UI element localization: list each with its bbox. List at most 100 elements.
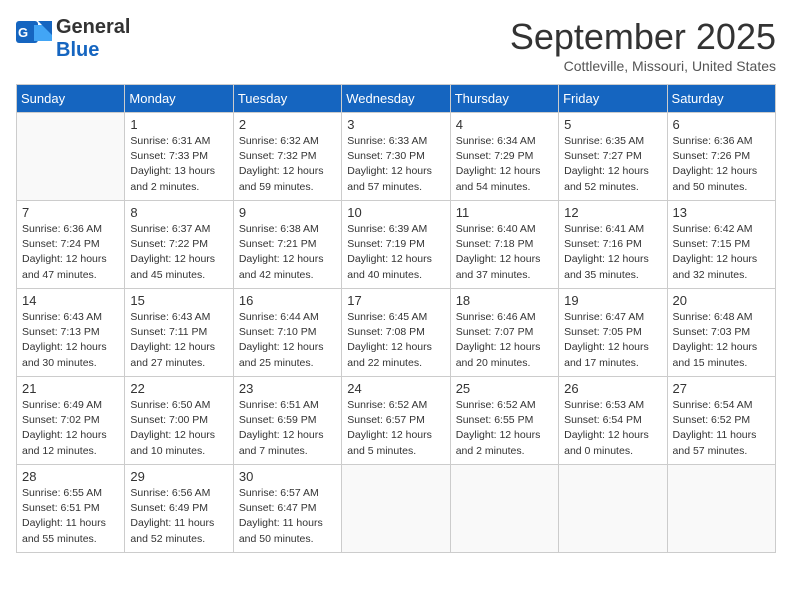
calendar-cell: 18 Sunrise: 6:46 AM Sunset: 7:07 PM Dayli… <box>450 289 558 377</box>
calendar-cell: 19 Sunrise: 6:47 AM Sunset: 7:05 PM Dayli… <box>559 289 667 377</box>
day-number: 8 <box>130 205 227 220</box>
calendar-cell: 23 Sunrise: 6:51 AM Sunset: 6:59 PM Dayli… <box>233 377 341 465</box>
day-info: Sunrise: 6:40 AM Sunset: 7:18 PM Dayligh… <box>456 222 553 283</box>
weekday-header: Tuesday <box>233 85 341 113</box>
logo: G General Blue <box>16 16 130 62</box>
day-info: Sunrise: 6:54 AM Sunset: 6:52 PM Dayligh… <box>673 398 770 459</box>
svg-text:G: G <box>18 25 28 40</box>
day-number: 5 <box>564 117 661 132</box>
calendar-cell: 17Sunrise: 6:45 AM Sunset: 7:08 PM Dayli… <box>342 289 450 377</box>
weekday-header: Monday <box>125 85 233 113</box>
calendar-cell: 25 Sunrise: 6:52 AM Sunset: 6:55 PM Dayli… <box>450 377 558 465</box>
day-number: 22 <box>130 381 227 396</box>
calendar-cell: 6 Sunrise: 6:36 AM Sunset: 7:26 PM Daylig… <box>667 113 775 201</box>
day-info: Sunrise: 6:56 AM Sunset: 6:49 PM Dayligh… <box>130 486 227 547</box>
day-number: 21 <box>22 381 119 396</box>
day-info: Sunrise: 6:36 AM Sunset: 7:24 PM Dayligh… <box>22 222 119 283</box>
day-info: Sunrise: 6:50 AM Sunset: 7:00 PM Dayligh… <box>130 398 227 459</box>
day-number: 4 <box>456 117 553 132</box>
calendar-cell: 14 Sunrise: 6:43 AM Sunset: 7:13 PM Dayli… <box>17 289 125 377</box>
weekday-header: Thursday <box>450 85 558 113</box>
day-info: Sunrise: 6:49 AM Sunset: 7:02 PM Dayligh… <box>22 398 119 459</box>
calendar-cell: 7 Sunrise: 6:36 AM Sunset: 7:24 PM Daylig… <box>17 201 125 289</box>
month-title: September 2025 <box>510 16 776 58</box>
day-info: Sunrise: 6:43 AM Sunset: 7:13 PM Dayligh… <box>22 310 119 371</box>
weekday-header: Friday <box>559 85 667 113</box>
day-number: 24 <box>347 381 444 396</box>
calendar-table: SundayMondayTuesdayWednesdayThursdayFrid… <box>16 84 776 553</box>
day-number: 2 <box>239 117 336 132</box>
weekday-header: Sunday <box>17 85 125 113</box>
calendar-cell: 20Sunrise: 6:48 AM Sunset: 7:03 PM Dayli… <box>667 289 775 377</box>
calendar-cell: 9Sunrise: 6:38 AM Sunset: 7:21 PM Daylig… <box>233 201 341 289</box>
day-number: 16 <box>239 293 336 308</box>
day-info: Sunrise: 6:31 AM Sunset: 7:33 PM Dayligh… <box>130 134 227 195</box>
calendar-cell <box>342 465 450 553</box>
day-info: Sunrise: 6:35 AM Sunset: 7:27 PM Dayligh… <box>564 134 661 195</box>
calendar-cell: 21 Sunrise: 6:49 AM Sunset: 7:02 PM Dayli… <box>17 377 125 465</box>
day-number: 25 <box>456 381 553 396</box>
day-number: 23 <box>239 381 336 396</box>
calendar-cell: 30 Sunrise: 6:57 AM Sunset: 6:47 PM Dayli… <box>233 465 341 553</box>
day-number: 7 <box>22 205 119 220</box>
day-info: Sunrise: 6:43 AM Sunset: 7:11 PM Dayligh… <box>130 310 227 371</box>
calendar-cell: 3 Sunrise: 6:33 AM Sunset: 7:30 PM Daylig… <box>342 113 450 201</box>
day-info: Sunrise: 6:51 AM Sunset: 6:59 PM Dayligh… <box>239 398 336 459</box>
day-info: Sunrise: 6:52 AM Sunset: 6:55 PM Dayligh… <box>456 398 553 459</box>
weekday-header: Saturday <box>667 85 775 113</box>
day-info: Sunrise: 6:33 AM Sunset: 7:30 PM Dayligh… <box>347 134 444 195</box>
calendar-cell <box>667 465 775 553</box>
day-info: Sunrise: 6:36 AM Sunset: 7:26 PM Dayligh… <box>673 134 770 195</box>
day-info: Sunrise: 6:34 AM Sunset: 7:29 PM Dayligh… <box>456 134 553 195</box>
day-number: 26 <box>564 381 661 396</box>
calendar-cell: 29 Sunrise: 6:56 AM Sunset: 6:49 PM Dayli… <box>125 465 233 553</box>
page-header: G General Blue September 2025 Cottlevill… <box>16 16 776 74</box>
day-info: Sunrise: 6:53 AM Sunset: 6:54 PM Dayligh… <box>564 398 661 459</box>
day-number: 6 <box>673 117 770 132</box>
day-number: 11 <box>456 205 553 220</box>
calendar-cell <box>17 113 125 201</box>
day-number: 17 <box>347 293 444 308</box>
calendar-cell: 22 Sunrise: 6:50 AM Sunset: 7:00 PM Dayli… <box>125 377 233 465</box>
day-number: 20 <box>673 293 770 308</box>
logo-icon: G <box>16 21 52 57</box>
day-number: 29 <box>130 469 227 484</box>
calendar-week-row: 7 Sunrise: 6:36 AM Sunset: 7:24 PM Daylig… <box>17 201 776 289</box>
day-info: Sunrise: 6:39 AM Sunset: 7:19 PM Dayligh… <box>347 222 444 283</box>
calendar-header-row: SundayMondayTuesdayWednesdayThursdayFrid… <box>17 85 776 113</box>
calendar-week-row: 21 Sunrise: 6:49 AM Sunset: 7:02 PM Dayli… <box>17 377 776 465</box>
day-number: 14 <box>22 293 119 308</box>
day-info: Sunrise: 6:41 AM Sunset: 7:16 PM Dayligh… <box>564 222 661 283</box>
logo-blue: Blue <box>56 39 99 61</box>
calendar-cell: 11 Sunrise: 6:40 AM Sunset: 7:18 PM Dayli… <box>450 201 558 289</box>
day-number: 18 <box>456 293 553 308</box>
location: Cottleville, Missouri, United States <box>510 58 776 74</box>
calendar-week-row: 1 Sunrise: 6:31 AM Sunset: 7:33 PM Daylig… <box>17 113 776 201</box>
logo-general: General <box>56 16 130 38</box>
day-number: 27 <box>673 381 770 396</box>
day-info: Sunrise: 6:37 AM Sunset: 7:22 PM Dayligh… <box>130 222 227 283</box>
calendar-cell: 5 Sunrise: 6:35 AM Sunset: 7:27 PM Daylig… <box>559 113 667 201</box>
day-number: 9 <box>239 205 336 220</box>
calendar-cell: 15Sunrise: 6:43 AM Sunset: 7:11 PM Dayli… <box>125 289 233 377</box>
day-info: Sunrise: 6:42 AM Sunset: 7:15 PM Dayligh… <box>673 222 770 283</box>
calendar-cell: 28Sunrise: 6:55 AM Sunset: 6:51 PM Dayli… <box>17 465 125 553</box>
day-info: Sunrise: 6:44 AM Sunset: 7:10 PM Dayligh… <box>239 310 336 371</box>
day-number: 19 <box>564 293 661 308</box>
calendar-week-row: 28Sunrise: 6:55 AM Sunset: 6:51 PM Dayli… <box>17 465 776 553</box>
day-number: 13 <box>673 205 770 220</box>
day-number: 10 <box>347 205 444 220</box>
calendar-cell <box>559 465 667 553</box>
calendar-cell: 26 Sunrise: 6:53 AM Sunset: 6:54 PM Dayli… <box>559 377 667 465</box>
day-info: Sunrise: 6:46 AM Sunset: 7:07 PM Dayligh… <box>456 310 553 371</box>
day-number: 30 <box>239 469 336 484</box>
day-info: Sunrise: 6:57 AM Sunset: 6:47 PM Dayligh… <box>239 486 336 547</box>
day-number: 3 <box>347 117 444 132</box>
day-info: Sunrise: 6:47 AM Sunset: 7:05 PM Dayligh… <box>564 310 661 371</box>
day-number: 1 <box>130 117 227 132</box>
title-block: September 2025 Cottleville, Missouri, Un… <box>510 16 776 74</box>
calendar-week-row: 14 Sunrise: 6:43 AM Sunset: 7:13 PM Dayli… <box>17 289 776 377</box>
calendar-cell: 1 Sunrise: 6:31 AM Sunset: 7:33 PM Daylig… <box>125 113 233 201</box>
day-info: Sunrise: 6:55 AM Sunset: 6:51 PM Dayligh… <box>22 486 119 547</box>
calendar-cell: 2Sunrise: 6:32 AM Sunset: 7:32 PM Daylig… <box>233 113 341 201</box>
